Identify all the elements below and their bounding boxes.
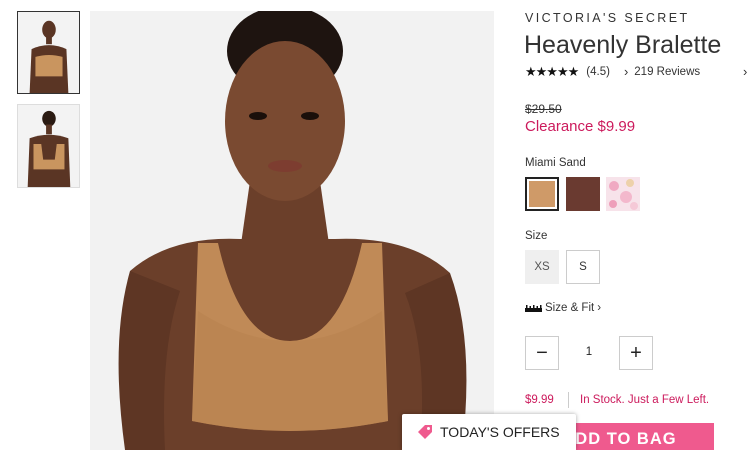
thumbnail-front[interactable] <box>17 11 80 94</box>
chevron-right-icon: › <box>597 302 602 314</box>
size-fit-label: Size & Fit <box>545 302 595 314</box>
size-option-s[interactable]: S <box>566 250 600 284</box>
swatch-pink-print[interactable] <box>606 177 640 211</box>
sale-price: Clearance $9.99 <box>525 118 636 135</box>
rating-row[interactable]: ★★★★★ (4.5) › 219 Reviews <box>525 63 700 80</box>
swatch-brown[interactable] <box>566 177 600 211</box>
product-main-image[interactable] <box>90 11 494 450</box>
tag-icon <box>418 425 432 439</box>
thumbnail-back-image <box>18 105 79 187</box>
total-price: $9.99 <box>525 394 554 406</box>
todays-offers-label: TODAY'S OFFERS <box>440 424 560 440</box>
todays-offers-button[interactable]: TODAY'S OFFERS <box>402 414 576 450</box>
swatch-fill <box>529 181 555 207</box>
chevron-right-icon[interactable]: › <box>743 64 747 79</box>
thumbnail-front-image <box>18 12 79 93</box>
floral-print-pattern <box>606 177 640 211</box>
stock-status: In Stock. Just a Few Left. <box>580 394 710 406</box>
size-label: Size <box>525 230 548 242</box>
brand-name: VICTORIA'S SECRET <box>525 11 690 25</box>
model-illustration <box>90 11 494 450</box>
reviews-link[interactable]: 219 Reviews <box>634 66 700 78</box>
thumbnail-back[interactable] <box>17 104 80 188</box>
quantity-increase-button[interactable]: + <box>619 336 653 370</box>
chevron-right-icon: › <box>623 64 629 79</box>
ruler-icon <box>525 304 542 312</box>
divider <box>568 392 569 408</box>
swatch-miami-sand[interactable] <box>525 177 559 211</box>
star-rating-icon: ★★★★★ <box>525 63 579 79</box>
quantity-value[interactable]: 1 <box>572 346 606 358</box>
original-price: $29.50 <box>525 102 562 116</box>
size-fit-link[interactable]: Size & Fit › <box>525 302 601 314</box>
size-option-xs[interactable]: XS <box>525 250 559 284</box>
quantity-decrease-button[interactable]: − <box>525 336 559 370</box>
product-title: Heavenly Bralette <box>524 31 722 59</box>
rating-value: (4.5) <box>586 65 610 78</box>
color-label: Miami Sand <box>525 157 586 169</box>
